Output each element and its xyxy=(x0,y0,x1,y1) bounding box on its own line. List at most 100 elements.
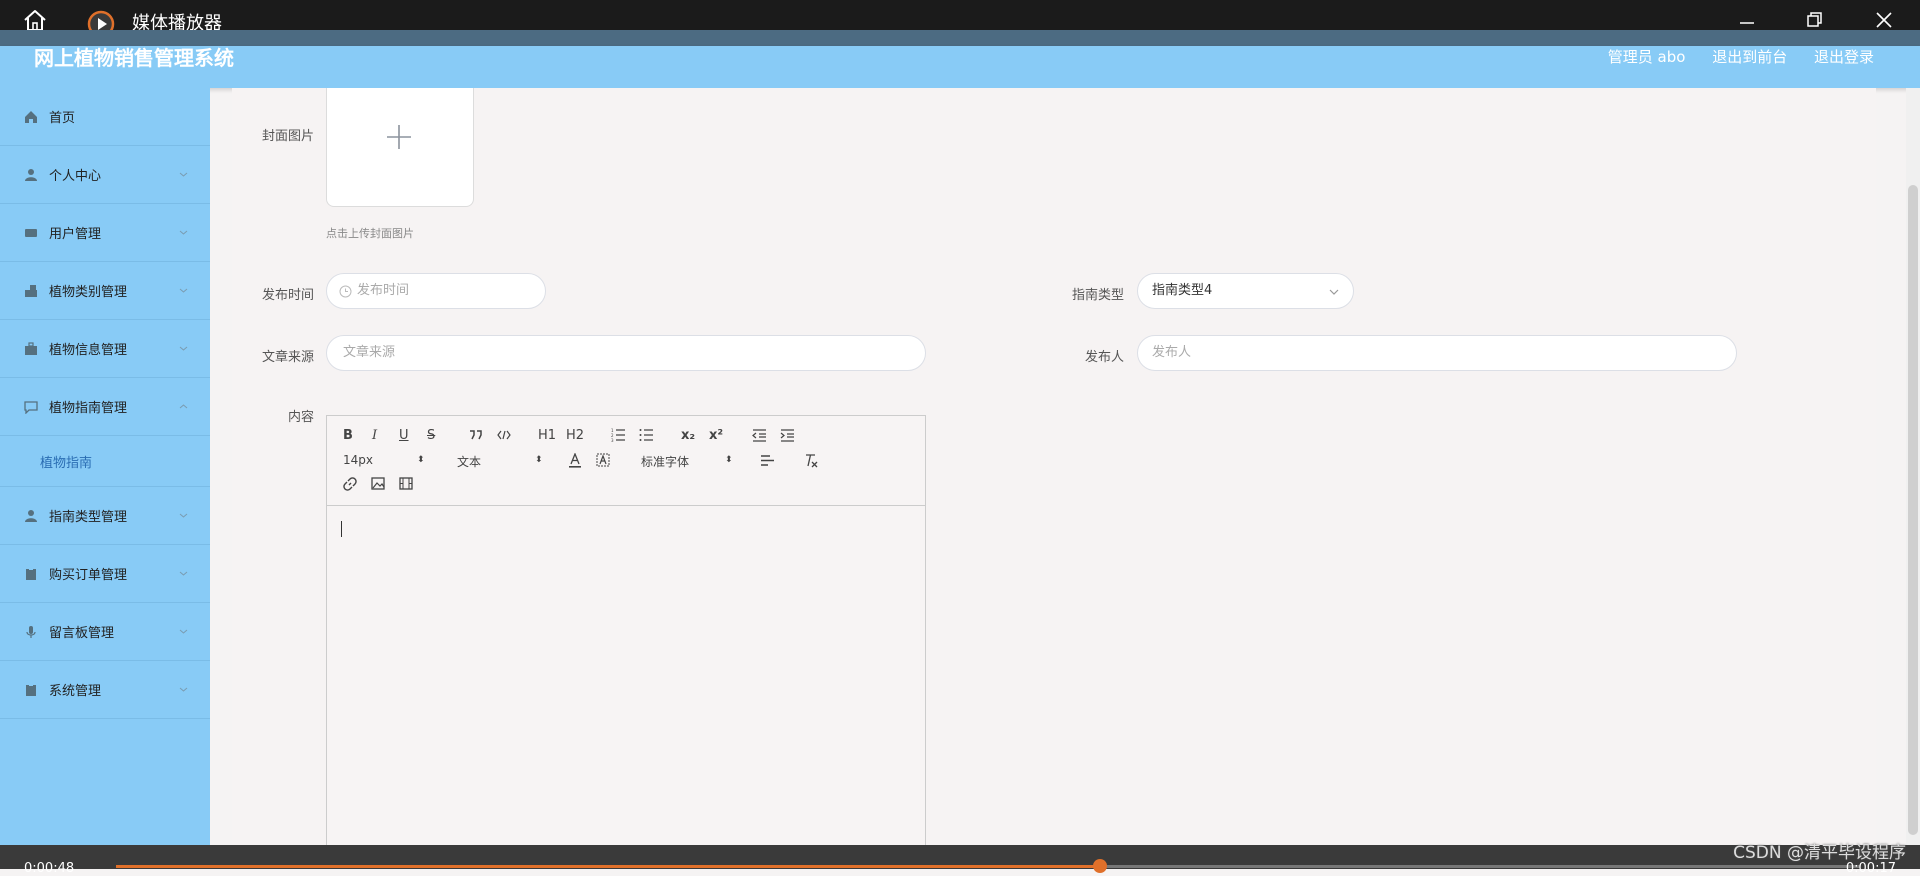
blockquote-icon[interactable] xyxy=(469,429,483,441)
editor-toolbar: B I U S H1 H2 123 x₂ x² 14px ⬍ 文本 ⬍ 标准字体… xyxy=(327,416,925,506)
sidebar-subitem-label: 植物指南 xyxy=(40,455,93,471)
clipboard-icon xyxy=(26,567,36,580)
block-type-select[interactable]: 文本 ⬍ xyxy=(457,453,543,470)
clear-format-icon[interactable] xyxy=(803,453,818,468)
guide-type-label: 指南类型 xyxy=(1071,288,1124,303)
sidebar-item-system[interactable]: 系统管理 xyxy=(0,661,210,719)
sidebar-item-label: 用户管理 xyxy=(49,227,102,242)
underline-button[interactable]: U xyxy=(399,428,409,444)
superscript-button[interactable]: x² xyxy=(709,428,723,444)
subscript-button[interactable]: x₂ xyxy=(681,428,695,444)
sidebar-item-users[interactable]: 用户管理 xyxy=(0,204,210,262)
user-icon xyxy=(25,509,37,522)
sidebar-item-label: 植物类别管理 xyxy=(49,285,128,300)
sidebar-item-label: 指南类型管理 xyxy=(49,510,128,525)
source-label: 文章来源 xyxy=(261,350,314,365)
user-icon xyxy=(25,168,37,181)
content-label: 内容 xyxy=(287,410,314,425)
sidebar-item-label: 植物信息管理 xyxy=(49,343,128,358)
block-type-value: 文本 xyxy=(457,455,482,469)
chevron-down-icon xyxy=(179,571,188,576)
restore-icon[interactable] xyxy=(1805,10,1825,30)
italic-button[interactable]: I xyxy=(372,428,377,444)
sidebar-item-label: 植物指南管理 xyxy=(49,401,128,416)
source-input[interactable]: 文章来源 xyxy=(326,335,926,371)
chevron-down-icon xyxy=(179,288,188,293)
chevron-up-icon xyxy=(179,404,188,409)
plus-icon xyxy=(387,125,411,149)
users-icon xyxy=(25,228,37,237)
home-icon[interactable] xyxy=(22,8,48,32)
sidebar-item-guide-type[interactable]: 指南类型管理 xyxy=(0,487,210,545)
watermark: CSDN @清平毕设程序 xyxy=(1733,843,1906,863)
bullet-list-icon[interactable] xyxy=(639,428,654,442)
page-scrollbar-thumb[interactable] xyxy=(1908,185,1918,835)
chevron-down-icon xyxy=(179,230,188,235)
sidebar-item-label: 留言板管理 xyxy=(49,626,115,641)
playback-knob[interactable] xyxy=(1092,859,1107,873)
sidebar-item-label: 个人中心 xyxy=(49,169,102,184)
sidebar-item-label: 首页 xyxy=(49,111,76,126)
select-arrows-icon: ⬍ xyxy=(417,455,425,465)
select-arrows-icon: ⬍ xyxy=(725,455,733,465)
image-icon[interactable] xyxy=(371,477,385,490)
cover-image-upload[interactable] xyxy=(326,88,474,207)
window-titlebar: 媒体播放器 xyxy=(0,0,1920,38)
sidebar-item-home[interactable]: 首页 xyxy=(0,88,210,146)
sidebar-subitem-plant-guide[interactable]: 植物指南 xyxy=(0,436,210,487)
font-family-select[interactable]: 标准字体 ⬍ xyxy=(641,453,733,470)
sidebar-item-message-board[interactable]: 留言板管理 xyxy=(0,603,210,661)
chevron-down-icon xyxy=(179,172,188,177)
align-left-icon[interactable] xyxy=(760,454,775,467)
video-icon[interactable] xyxy=(399,477,413,490)
back-to-front-link[interactable]: 退出到前台 xyxy=(1712,48,1787,66)
guide-type-select[interactable]: 指南类型4 xyxy=(1137,273,1354,309)
publish-time-input[interactable]: 发布时间 xyxy=(326,273,546,309)
guide-type-value: 指南类型4 xyxy=(1152,283,1213,298)
bold-button[interactable]: B xyxy=(343,428,353,444)
overlay-strip xyxy=(0,30,1920,46)
publisher-placeholder: 发布人 xyxy=(1152,345,1192,360)
header2-button[interactable]: H2 xyxy=(566,428,584,444)
publisher-label: 发布人 xyxy=(1084,350,1124,365)
code-block-icon[interactable] xyxy=(497,429,511,441)
sidebar-item-plant-category[interactable]: 植物类别管理 xyxy=(0,262,210,320)
link-icon[interactable] xyxy=(343,477,357,491)
app-brand: 网上植物销售管理系统 xyxy=(34,46,234,70)
strike-button[interactable]: S xyxy=(427,428,435,444)
admin-user-link[interactable]: 管理员 abo xyxy=(1608,48,1686,66)
chat-icon xyxy=(24,400,38,414)
publish-time-placeholder: 发布时间 xyxy=(357,283,410,298)
chevron-down-icon xyxy=(1329,289,1339,295)
cover-image-hint: 点击上传封面图片 xyxy=(326,227,414,240)
font-size-select[interactable]: 14px ⬍ xyxy=(343,453,425,467)
category-icon xyxy=(25,284,37,297)
font-family-value: 标准字体 xyxy=(641,455,690,469)
ordered-list-icon[interactable]: 123 xyxy=(611,428,626,442)
logout-link[interactable]: 退出登录 xyxy=(1814,48,1874,66)
publish-time-label: 发布时间 xyxy=(261,288,314,303)
header1-button[interactable]: H1 xyxy=(538,428,556,444)
outdent-icon[interactable] xyxy=(752,428,767,442)
chevron-down-icon xyxy=(179,513,188,518)
playback-progress[interactable] xyxy=(116,859,1860,873)
chevron-down-icon xyxy=(179,346,188,351)
text-color-icon[interactable] xyxy=(568,453,582,468)
minimize-icon[interactable] xyxy=(1737,10,1757,30)
editor-text-caret[interactable] xyxy=(341,521,342,537)
sidebar-item-plant-info[interactable]: 植物信息管理 xyxy=(0,320,210,378)
indent-icon[interactable] xyxy=(780,428,795,442)
background-color-icon[interactable] xyxy=(596,453,610,468)
select-arrows-icon: ⬍ xyxy=(535,455,543,465)
sidebar-item-orders[interactable]: 购买订单管理 xyxy=(0,545,210,603)
content-editor: B I U S H1 H2 123 x₂ x² 14px ⬍ 文本 ⬍ 标准字体… xyxy=(326,415,926,869)
mic-icon xyxy=(26,625,36,638)
sidebar-item-label: 购买订单管理 xyxy=(49,568,128,583)
font-size-value: 14px xyxy=(343,453,373,467)
publisher-input[interactable]: 发布人 xyxy=(1137,335,1737,371)
svg-text:3: 3 xyxy=(611,438,614,442)
sidebar-item-plant-guide[interactable]: 植物指南管理 xyxy=(0,378,210,436)
close-icon[interactable] xyxy=(1874,10,1894,30)
media-player-bar: 0:00:48 0:00:17 xyxy=(0,845,1920,876)
sidebar-item-profile[interactable]: 个人中心 xyxy=(0,146,210,204)
